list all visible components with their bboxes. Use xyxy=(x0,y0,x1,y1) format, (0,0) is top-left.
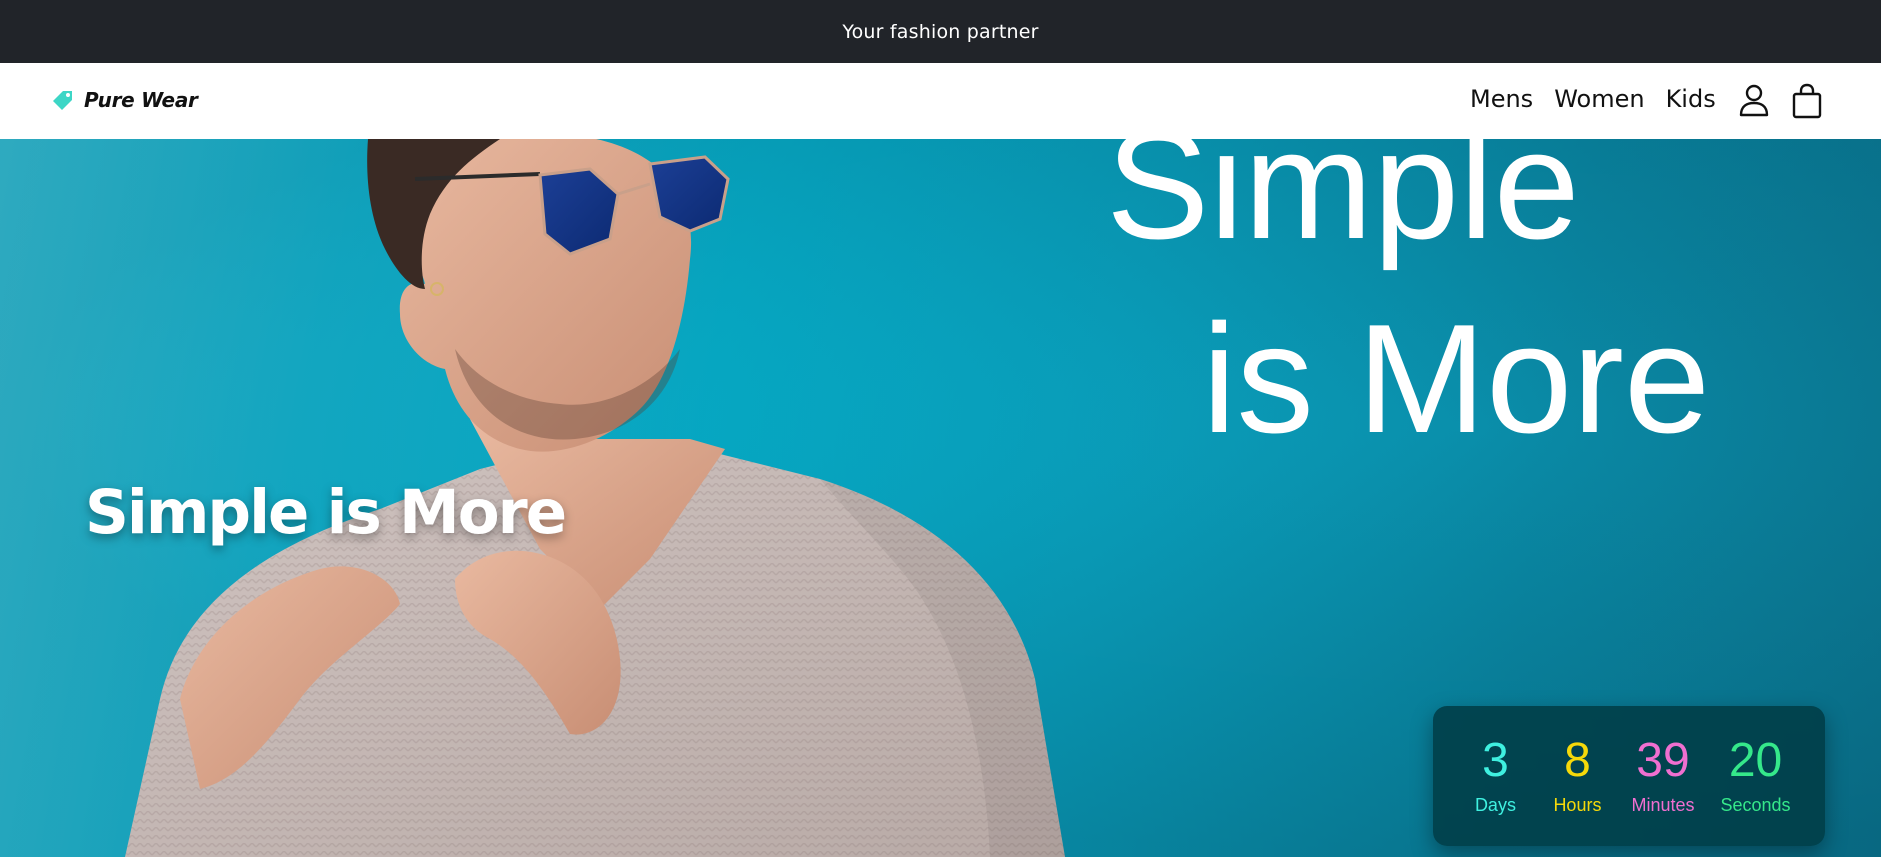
shopping-bag-icon[interactable] xyxy=(1790,83,1824,119)
countdown-minutes-label: Minutes xyxy=(1631,794,1695,815)
hero-subheadline: Simple is More xyxy=(85,477,567,548)
countdown-minutes-value: 39 xyxy=(1636,734,1690,788)
brand-logo[interactable]: Pure Wear xyxy=(50,87,198,113)
countdown-timer: 3 Days 8 Hours 39 Minutes 20 Seconds xyxy=(1433,706,1825,846)
tag-icon xyxy=(53,91,72,110)
countdown-days-label: Days xyxy=(1474,794,1516,815)
hero-headline-line2: is More xyxy=(1202,292,1711,465)
user-icon[interactable] xyxy=(1737,83,1771,119)
navbar: Pure Wear Mens Women Kids xyxy=(0,63,1881,139)
countdown-hours: 8 Hours xyxy=(1549,734,1605,815)
nav-link-mens[interactable]: Mens xyxy=(1470,85,1533,113)
countdown-days-value: 3 xyxy=(1482,734,1509,788)
countdown-hours-label: Hours xyxy=(1553,794,1602,815)
nav-link-kids[interactable]: Kids xyxy=(1666,85,1716,113)
hero-banner: Simple is More Simple is More 3 Days 8 H… xyxy=(0,139,1881,857)
announcement-bar: Your fashion partner xyxy=(0,0,1881,63)
hero-headline-line1: Simple xyxy=(1106,139,1580,271)
countdown-hours-value: 8 xyxy=(1564,734,1591,788)
brand-name: Pure Wear xyxy=(84,88,198,112)
countdown-seconds-label: Seconds xyxy=(1720,794,1791,815)
countdown-seconds: 20 Seconds xyxy=(1720,734,1791,815)
nav-link-women[interactable]: Women xyxy=(1554,85,1644,113)
countdown-minutes: 39 Minutes xyxy=(1631,734,1695,815)
announcement-text: Your fashion partner xyxy=(842,20,1039,43)
nav-links: Mens Women Kids xyxy=(1470,85,1716,113)
countdown-days: 3 Days xyxy=(1467,734,1523,815)
countdown-seconds-value: 20 xyxy=(1728,734,1783,788)
